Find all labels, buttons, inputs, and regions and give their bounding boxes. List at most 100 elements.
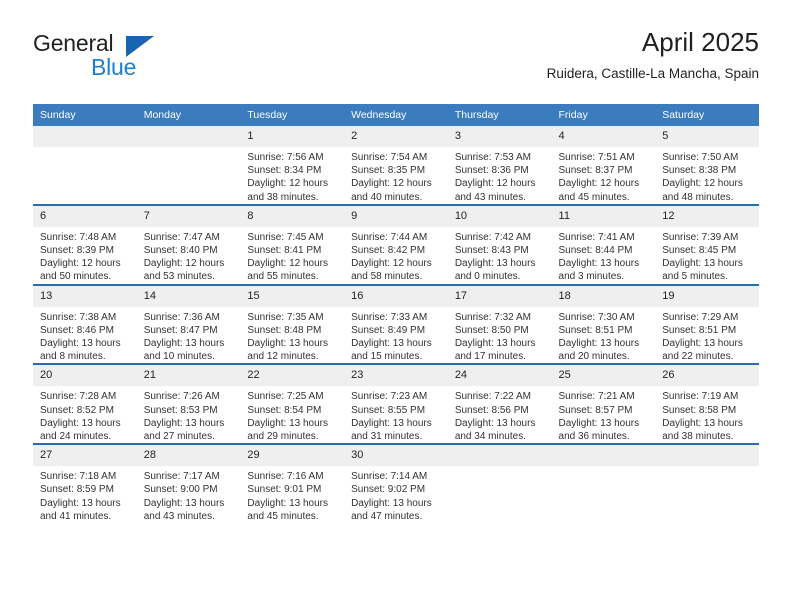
calendar-day-cell[interactable]: 8 Sunrise: 7:45 AM Sunset: 8:41 PM Daylight… <box>240 203 345 285</box>
daylight-text-line2: and 40 minutes. <box>351 191 423 203</box>
daylight-text-line2: and 34 minutes. <box>454 431 526 443</box>
calendar-day-cell[interactable]: 5 Sunrise: 7:50 AM Sunset: 8:38 PM Daylight… <box>655 126 759 205</box>
weekday-header-monday: Monday <box>136 104 241 126</box>
weekday-header-saturday: Saturday <box>655 104 759 126</box>
calendar-day-cell[interactable]: 7 Sunrise: 7:47 AM Sunset: 8:40 PM Daylight… <box>136 203 241 285</box>
day-details: Sunrise: 7:30 AM Sunset: 8:51 PM Daylight:… <box>552 307 656 364</box>
sunset-text: Sunset: 8:56 PM <box>454 404 529 416</box>
calendar-day-cell[interactable]: 11 Sunrise: 7:41 AM Sunset: 8:44 PM Dayligh… <box>551 203 656 285</box>
daylight-text-line1: Daylight: 13 hours <box>143 417 225 429</box>
sunset-text: Sunset: 8:42 PM <box>351 245 426 257</box>
brand-logo[interactable]: General Blue <box>33 30 193 88</box>
calendar-week-row: 27 Sunrise: 7:18 AM Sunset: 8:59 PM Dayligh… <box>33 443 759 524</box>
daylight-text-line1: Daylight: 12 hours <box>454 178 536 190</box>
sunset-text: Sunset: 8:58 PM <box>662 404 737 416</box>
daylight-text-line2: and 24 minutes. <box>40 431 112 443</box>
day-details: Sunrise: 7:18 AM Sunset: 8:59 PM Daylight:… <box>33 466 137 523</box>
sunrise-text: Sunrise: 7:21 AM <box>558 391 635 403</box>
day-number: 11 <box>551 205 656 227</box>
sunrise-text: Sunrise: 7:42 AM <box>454 231 531 243</box>
day-details: Sunrise: 7:38 AM Sunset: 8:46 PM Daylight:… <box>33 307 137 364</box>
weekday-header-sunday: Sunday <box>33 104 137 126</box>
calendar-day-cell[interactable]: 28 Sunrise: 7:17 AM Sunset: 9:00 PM Dayligh… <box>136 443 241 524</box>
calendar-day-cell[interactable]: 10 Sunrise: 7:42 AM Sunset: 8:43 PM Dayligh… <box>447 203 552 285</box>
sunrise-text: Sunrise: 7:53 AM <box>454 152 531 163</box>
calendar-day-cell[interactable]: 13 Sunrise: 7:38 AM Sunset: 8:46 PM Dayligh… <box>33 283 137 365</box>
day-details: Sunrise: 7:21 AM Sunset: 8:57 PM Daylight:… <box>552 386 656 443</box>
day-number: 18 <box>551 285 656 307</box>
calendar-day-cell[interactable]: 6 Sunrise: 7:48 AM Sunset: 8:39 PM Daylight… <box>33 203 137 285</box>
calendar-day-cell[interactable]: 16 Sunrise: 7:33 AM Sunset: 8:49 PM Dayligh… <box>344 283 448 365</box>
day-number: 30 <box>344 445 448 467</box>
calendar-day-cell[interactable]: 29 Sunrise: 7:16 AM Sunset: 9:01 PM Dayligh… <box>240 443 345 524</box>
sunset-text: Sunset: 8:52 PM <box>40 404 114 416</box>
calendar-day-cell[interactable]: 12 Sunrise: 7:39 AM Sunset: 8:45 PM Dayligh… <box>655 203 759 285</box>
sunset-text: Sunset: 8:40 PM <box>143 245 218 257</box>
calendar-day-cell[interactable]: 9 Sunrise: 7:44 AM Sunset: 8:42 PM Daylight… <box>344 203 448 285</box>
day-details: Sunrise: 7:28 AM Sunset: 8:52 PM Daylight:… <box>33 386 137 443</box>
day-number: 27 <box>33 445 137 467</box>
day-details: Sunrise: 7:23 AM Sunset: 8:55 PM Daylight:… <box>344 386 448 443</box>
day-number: 12 <box>655 205 759 227</box>
calendar-day-cell[interactable]: 15 Sunrise: 7:35 AM Sunset: 8:48 PM Dayligh… <box>240 283 345 365</box>
sunrise-text: Sunrise: 7:19 AM <box>662 391 739 403</box>
daylight-text-line2: and 8 minutes. <box>40 351 106 363</box>
sunrise-text: Sunrise: 7:36 AM <box>143 311 220 323</box>
sunset-text: Sunset: 9:00 PM <box>143 484 218 496</box>
daylight-text-line2: and 48 minutes. <box>662 191 734 203</box>
calendar-day-cell[interactable]: 17 Sunrise: 7:32 AM Sunset: 8:50 PM Dayligh… <box>447 283 552 365</box>
weekday-header-row: Sunday Monday Tuesday Wednesday Thursday Frid… <box>33 104 759 126</box>
calendar-day-cell[interactable]: 21 Sunrise: 7:26 AM Sunset: 8:53 PM Dayligh… <box>136 363 241 445</box>
daylight-text-line2: and 10 minutes. <box>143 351 215 363</box>
daylight-text-line1: Daylight: 13 hours <box>454 258 536 270</box>
calendar-day-cell[interactable]: 4 Sunrise: 7:51 AM Sunset: 8:37 PM Daylight… <box>551 126 656 205</box>
sunrise-text: Sunrise: 7:29 AM <box>662 311 739 323</box>
calendar-day-cell[interactable]: 3 Sunrise: 7:53 AM Sunset: 8:36 PM Daylight… <box>447 126 552 205</box>
day-number: 26 <box>655 365 759 387</box>
sunset-text: Sunset: 8:37 PM <box>558 165 633 177</box>
sunrise-text: Sunrise: 7:54 AM <box>351 152 428 163</box>
sunset-text: Sunset: 8:49 PM <box>351 324 426 336</box>
daylight-text-line1: Daylight: 13 hours <box>40 417 121 429</box>
calendar-day-cell[interactable]: 27 Sunrise: 7:18 AM Sunset: 8:59 PM Dayligh… <box>33 443 137 524</box>
calendar-day-cell[interactable]: 22 Sunrise: 7:25 AM Sunset: 8:54 PM Dayligh… <box>240 363 345 445</box>
sunset-text: Sunset: 8:53 PM <box>143 404 218 416</box>
daylight-text-line2: and 45 minutes. <box>558 191 630 203</box>
sunset-text: Sunset: 8:51 PM <box>558 324 633 336</box>
daylight-text-line1: Daylight: 13 hours <box>247 338 329 350</box>
day-details: Sunrise: 7:41 AM Sunset: 8:44 PM Daylight:… <box>552 227 656 284</box>
daylight-text-line1: Daylight: 13 hours <box>558 338 640 350</box>
sunrise-text: Sunrise: 7:48 AM <box>40 231 117 243</box>
day-details: Sunrise: 7:53 AM Sunset: 8:36 PM Daylight:… <box>448 147 552 204</box>
calendar-day-cell[interactable]: 2 Sunrise: 7:54 AM Sunset: 8:35 PM Daylight… <box>344 126 448 205</box>
daylight-text-line2: and 31 minutes. <box>351 431 423 443</box>
day-details: Sunrise: 7:14 AM Sunset: 9:02 PM Daylight:… <box>344 466 448 523</box>
daylight-text-line2: and 22 minutes. <box>662 351 734 363</box>
calendar-day-cell-empty <box>551 443 656 524</box>
page-subtitle: Ruidera, Castille-La Mancha, Spain <box>546 66 759 81</box>
sunrise-text: Sunrise: 7:28 AM <box>40 391 117 403</box>
daylight-text-line1: Daylight: 13 hours <box>143 497 225 509</box>
sunrise-text: Sunrise: 7:18 AM <box>40 471 117 483</box>
calendar-day-cell[interactable]: 20 Sunrise: 7:28 AM Sunset: 8:52 PM Dayligh… <box>33 363 137 445</box>
calendar-day-cell[interactable]: 14 Sunrise: 7:36 AM Sunset: 8:47 PM Dayligh… <box>136 283 241 365</box>
calendar-day-cell[interactable]: 18 Sunrise: 7:30 AM Sunset: 8:51 PM Dayligh… <box>551 283 656 365</box>
day-number <box>551 445 656 467</box>
calendar-day-cell[interactable]: 26 Sunrise: 7:19 AM Sunset: 8:58 PM Dayligh… <box>655 363 759 445</box>
daylight-text-line2: and 17 minutes. <box>454 351 526 363</box>
calendar-week-row: 1 Sunrise: 7:56 AM Sunset: 8:34 PM Daylight… <box>33 126 759 205</box>
calendar-day-cell[interactable]: 30 Sunrise: 7:14 AM Sunset: 9:02 PM Dayligh… <box>344 443 448 524</box>
calendar-day-cell[interactable]: 23 Sunrise: 7:23 AM Sunset: 8:55 PM Dayligh… <box>344 363 448 445</box>
daylight-text-line2: and 53 minutes. <box>143 271 215 283</box>
day-number: 8 <box>240 205 345 227</box>
day-details: Sunrise: 7:39 AM Sunset: 8:45 PM Daylight:… <box>655 227 759 284</box>
daylight-text-line2: and 50 minutes. <box>40 271 112 283</box>
calendar-day-cell[interactable]: 1 Sunrise: 7:56 AM Sunset: 8:34 PM Daylight… <box>240 126 345 205</box>
calendar-day-cell-empty <box>655 443 759 524</box>
calendar-day-cell[interactable]: 25 Sunrise: 7:21 AM Sunset: 8:57 PM Dayligh… <box>551 363 656 445</box>
calendar-day-cell[interactable]: 19 Sunrise: 7:29 AM Sunset: 8:51 PM Dayligh… <box>655 283 759 365</box>
day-number <box>655 445 759 467</box>
calendar-day-cell-empty <box>33 126 137 205</box>
day-number <box>136 126 241 147</box>
calendar-day-cell[interactable]: 24 Sunrise: 7:22 AM Sunset: 8:56 PM Dayligh… <box>447 363 552 445</box>
